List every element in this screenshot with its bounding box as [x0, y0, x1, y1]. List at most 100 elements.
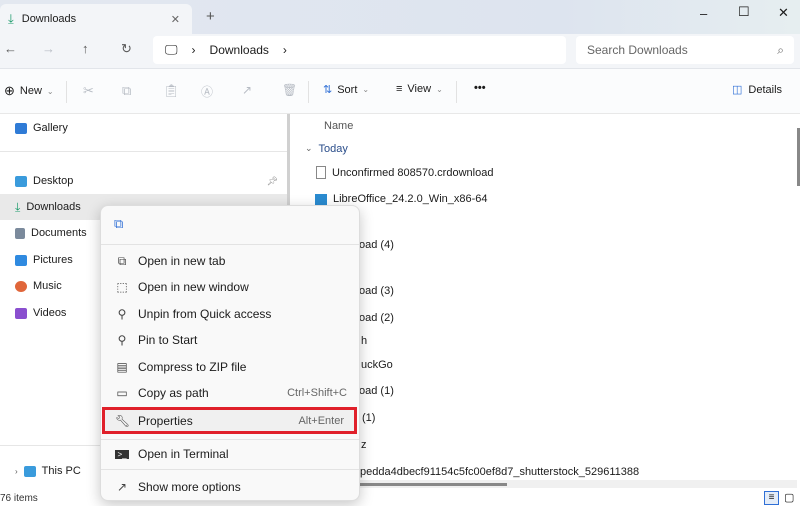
file-name: LibreOffice_24.2.0_Win_x86-64 — [333, 193, 488, 205]
installer-icon — [315, 193, 327, 205]
divider — [0, 151, 290, 152]
copy-path-icon: ▭ — [116, 386, 128, 400]
gallery-icon — [15, 122, 27, 134]
shortcut: Alt+Enter — [298, 414, 344, 427]
paste-icon[interactable]: 📋︎ — [163, 83, 180, 99]
list-item[interactable]: oad (2) — [359, 312, 394, 324]
more-options-icon: ↗ — [116, 480, 128, 494]
group-header-today[interactable]: ⌄ Today — [305, 143, 348, 155]
search-icon: ⌕ — [777, 42, 784, 57]
menu-item-show-more-options[interactable]: ↗ Show more options — [105, 474, 357, 500]
cut-icon[interactable]: ✂ — [83, 83, 94, 99]
chevron-right-icon[interactable]: › — [283, 43, 287, 57]
horizontal-scrollbar[interactable] — [297, 480, 797, 488]
file-name: Unconfirmed 808570.crdownload — [332, 166, 494, 179]
sort-button[interactable]: ⇅ Sort ⌄ — [323, 83, 370, 97]
details-view-icon[interactable]: ≡ — [764, 491, 779, 505]
group-label: Today — [318, 143, 348, 155]
shortcut: Ctrl+Shift+C — [287, 387, 347, 399]
menu-item-unpin-quick-access[interactable]: ⚲ Unpin from Quick access — [105, 301, 357, 327]
list-item[interactable]: z — [361, 439, 367, 451]
copy-icon[interactable]: ⧉ — [122, 83, 131, 99]
menu-item-open-new-tab[interactable]: ⧉ Open in new tab — [105, 248, 357, 274]
address-input[interactable]: 🖵 › Downloads › — [153, 36, 566, 64]
menu-label: Show more options — [138, 480, 241, 494]
file-icon — [316, 166, 326, 179]
new-tab-icon: ⧉ — [117, 253, 127, 268]
list-item[interactable]: oad (3) — [359, 285, 394, 297]
sidebar-item-desktop[interactable]: Desktop 📌︎ — [0, 168, 290, 194]
breadcrumb-downloads[interactable]: Downloads — [210, 43, 269, 57]
menu-item-copy-as-path[interactable]: ▭ Copy as path Ctrl+Shift+C — [105, 380, 357, 406]
list-item[interactable]: LibreOffice_24.2.0_Win_x86-64 — [315, 193, 488, 205]
list-item[interactable]: oad (1) — [359, 385, 394, 397]
details-pane-icon: ◫ — [732, 84, 743, 96]
tiles-view-icon[interactable]: ▢ — [784, 491, 794, 504]
sidebar-label: Desktop — [33, 175, 74, 187]
list-item[interactable]: uckGo — [361, 359, 393, 371]
view-button[interactable]: ≡ View ⌄ — [396, 83, 443, 95]
tab-title: Downloads — [21, 13, 77, 25]
list-item[interactable]: h — [361, 335, 367, 347]
more-options-button[interactable]: ••• — [474, 82, 486, 94]
file-name: h — [361, 335, 368, 347]
menu-item-properties[interactable]: 🔧︎ Properties Alt+Enter — [102, 407, 357, 434]
menu-label: Compress to ZIP file — [138, 360, 247, 374]
menu-label: Open in new window — [138, 280, 249, 294]
music-icon — [15, 280, 27, 292]
scrollbar-thumb[interactable] — [337, 483, 507, 486]
file-list: Name ⌄ Today Unconfirmed 808570.crdownloa… — [297, 114, 800, 492]
pin-icon[interactable]: 📌︎ — [267, 176, 278, 187]
details-button[interactable]: ◫ Details — [732, 83, 782, 97]
wrench-icon: 🔧︎ — [115, 413, 131, 428]
new-tab-button[interactable]: + — [206, 8, 215, 25]
chevron-right-icon[interactable]: › — [15, 467, 18, 476]
list-item[interactable]: oad (4) — [359, 239, 394, 251]
up-icon[interactable]: ↑ — [82, 41, 89, 56]
search-input[interactable]: Search Downloads ⌕ — [576, 36, 794, 64]
new-button[interactable]: ⊕ New ⌄ — [4, 83, 54, 99]
list-item[interactable]: Unconfirmed 808570.crdownload — [316, 166, 493, 179]
delete-icon[interactable]: 🗑︎ — [282, 83, 297, 97]
copy-icon[interactable]: ⧉ — [114, 216, 123, 232]
sort-label: Sort — [337, 83, 358, 96]
forward-icon[interactable]: → — [42, 41, 55, 56]
list-item[interactable]: pedda4dbecf91154c5fc00ef8d7_shutterstock… — [360, 466, 639, 478]
list-item[interactable]: (1) — [362, 412, 375, 424]
close-tab-icon[interactable]: ✕ — [171, 13, 180, 26]
back-icon[interactable]: ← — [4, 41, 17, 56]
sidebar-label: This PC — [41, 465, 81, 477]
documents-icon — [15, 227, 25, 239]
menu-label: Copy as path — [138, 386, 209, 400]
title-bar: ⤓ Downloads ✕ + – ☐ ✕ — [0, 0, 800, 34]
maximize-button[interactable]: ☐ — [738, 4, 750, 20]
refresh-icon[interactable]: ↻ — [121, 41, 132, 57]
menu-separator — [101, 439, 359, 440]
file-name: oad (3) — [359, 285, 394, 297]
menu-item-open-terminal[interactable]: >_ Open in Terminal — [105, 441, 357, 467]
menu-label: Open in new tab — [138, 254, 226, 268]
rename-icon[interactable]: Ⓐ — [201, 83, 213, 100]
menu-item-pin-to-start[interactable]: ⚲ Pin to Start — [105, 327, 357, 353]
file-name: z — [361, 439, 367, 451]
share-icon[interactable]: ↗ — [242, 83, 252, 97]
menu-item-compress-zip[interactable]: ▤ Compress to ZIP file — [105, 354, 357, 380]
chevron-down-icon: ⌄ — [362, 85, 370, 94]
menu-item-open-new-window[interactable]: ⬚ Open in new window — [105, 274, 357, 300]
menu-label: Pin to Start — [138, 333, 198, 347]
sidebar-label: Pictures — [33, 254, 73, 266]
sidebar-item-gallery[interactable]: Gallery — [0, 115, 290, 141]
item-count: 76 items — [0, 493, 38, 504]
close-window-button[interactable]: ✕ — [778, 5, 789, 21]
menu-separator — [101, 469, 359, 470]
file-name: oad (1) — [359, 385, 394, 397]
view-icon: ≡ — [396, 83, 403, 95]
file-name: uckGo — [361, 359, 393, 371]
sidebar-label: Downloads — [26, 201, 81, 213]
tab-downloads[interactable]: ⤓ Downloads ✕ — [0, 4, 192, 34]
downloads-icon: ⤓ — [15, 199, 21, 214]
file-name: oad (4) — [359, 239, 394, 251]
column-header-name[interactable]: Name — [324, 120, 353, 132]
minimize-button[interactable]: – — [700, 6, 707, 21]
context-menu: ⧉ ⧉ Open in new tab ⬚ Open in new window ⚲… — [100, 205, 360, 501]
